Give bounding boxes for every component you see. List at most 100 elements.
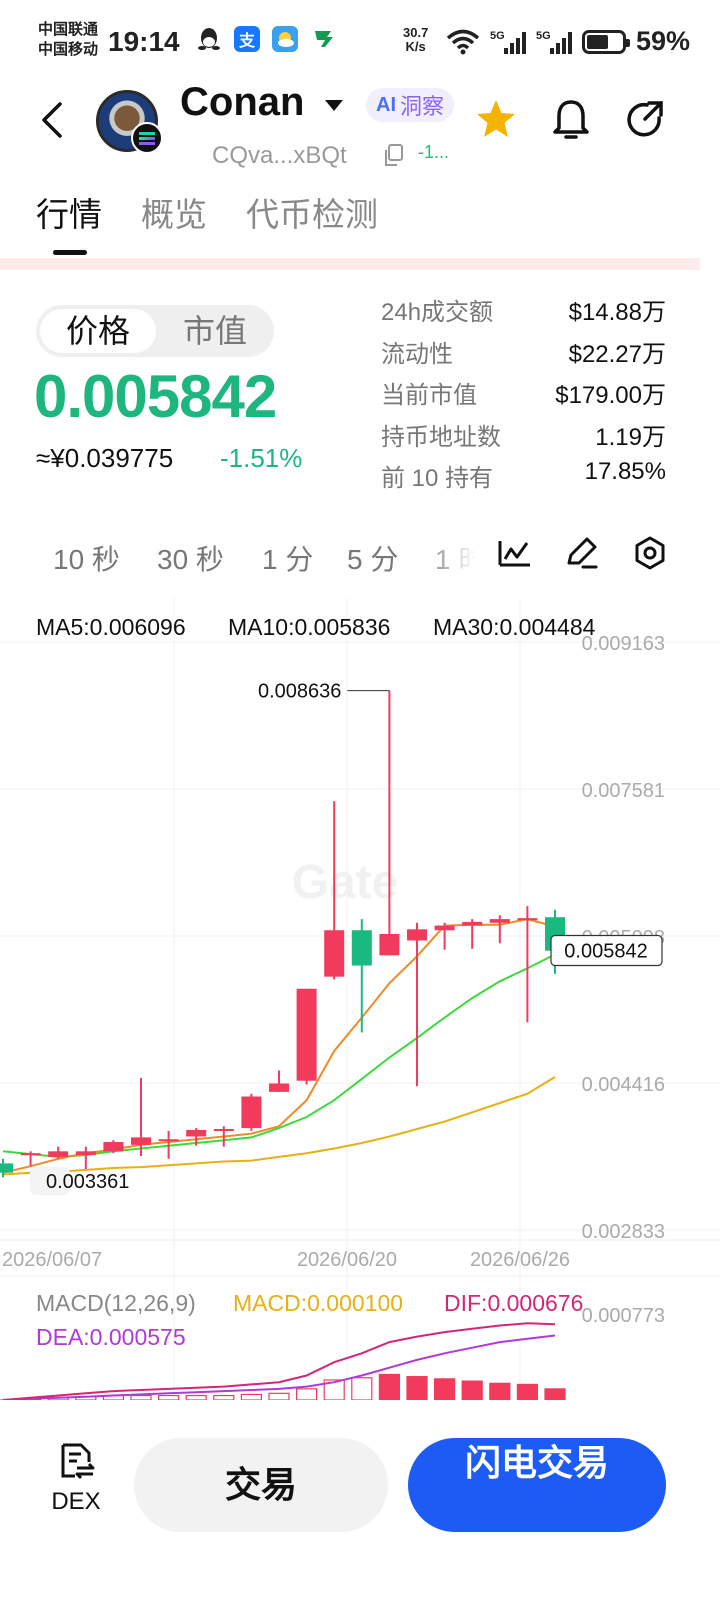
draw-pen-icon[interactable] (563, 535, 599, 571)
token-header: Conan AI 洞察 CQva...xBQt -1... (0, 80, 720, 180)
stat-row: 当前市值 $179.00万 (381, 375, 666, 417)
stat-row: 前 10 持有 17.85% (381, 458, 666, 500)
toggle-price[interactable]: 价格 (40, 309, 156, 353)
ma5-line (2, 918, 556, 1174)
candle-body (103, 1142, 124, 1152)
time-axis-label: 2026/06/07 (2, 1249, 102, 1271)
interval-10s[interactable]: 10 秒 (53, 538, 120, 578)
candle-body (407, 929, 427, 941)
price-change: -1.51% (220, 443, 303, 473)
macd-histogram-bar (406, 1376, 428, 1400)
ai-insight-label: 洞察 (400, 94, 445, 119)
mail-app-icon (310, 26, 336, 52)
net-speed-unit: K/s (405, 39, 426, 54)
stat-label: 当前市值 (381, 382, 477, 409)
carrier-info: 中国联通 中国移动 (38, 20, 98, 60)
stat-value: $179.00万 (555, 382, 666, 409)
candle-body (462, 921, 483, 926)
stat-value: $22.27万 (568, 340, 666, 368)
interval-5m[interactable]: 5 分 (347, 538, 398, 578)
candle-body (158, 1139, 179, 1142)
interval-30s[interactable]: 30 秒 (157, 538, 224, 578)
current-price-label: 0.005842 (564, 940, 647, 962)
contract-address: CQva...xBQt (212, 142, 347, 169)
macd-title: MACD(12,26,9) (36, 1290, 196, 1316)
candle-body (324, 930, 345, 977)
stat-row: 流动性 $22.27万 (381, 334, 666, 376)
candlestick-chart[interactable]: 0.0091630.0075810.0059980.0044160.002833… (0, 598, 720, 1400)
svg-text:5G: 5G (536, 30, 551, 42)
ai-insight-button[interactable]: AI 洞察 (366, 88, 455, 122)
stat-label: 24h成交额 (381, 299, 494, 326)
chevron-down-icon[interactable] (325, 100, 343, 111)
candle-body (296, 988, 317, 1081)
share-icon[interactable] (625, 100, 665, 140)
token-stats: 24h成交额 $14.88万 流动性 $22.27万 当前市值 $179.00万… (381, 292, 666, 500)
carrier-1: 中国联通 (38, 21, 99, 38)
chart-settings-icon[interactable] (632, 535, 668, 571)
tab-overview[interactable]: 概览 (141, 188, 207, 236)
svg-text:5G: 5G (490, 30, 505, 42)
carrier-2: 中国移动 (38, 41, 99, 58)
notification-icons: 支 (196, 26, 336, 52)
back-icon[interactable] (34, 100, 74, 140)
low-price-label: 0.003361 (46, 1171, 129, 1193)
stat-row: 24h成交额 $14.88万 (381, 292, 666, 334)
status-bar: 中国联通 中国移动 19:14 支 30.7 K/s 5G 5G 59% (0, 0, 720, 80)
macd-histogram-bar (434, 1378, 456, 1400)
macd-histogram-bar (268, 1392, 290, 1400)
cny-price: ≈¥0.039775 (36, 443, 174, 473)
ma10-legend: MA10:0.005836 (228, 614, 391, 640)
copy-icon[interactable] (383, 144, 403, 166)
tab-market[interactable]: 行情 (36, 188, 102, 236)
candle-body (489, 919, 510, 923)
macd-histogram-bar (296, 1388, 318, 1400)
tab-token-check[interactable]: 代币检测 (246, 188, 378, 236)
stat-value: 17.85% (584, 458, 666, 485)
favorite-star-icon[interactable] (475, 98, 517, 140)
stat-row: 持币地址数 1.19万 (381, 417, 666, 459)
macd-histogram-bar (461, 1380, 483, 1400)
bell-icon[interactable] (551, 98, 591, 142)
candle-body (186, 1129, 207, 1137)
system-indicators: 5G 5G 59% (446, 26, 690, 57)
stat-label: 前 10 持有 (381, 465, 494, 492)
macd-axis-label: 0.000773 (582, 1305, 665, 1327)
stat-value: $14.88万 (568, 299, 666, 326)
indicator-icon[interactable] (497, 535, 533, 571)
price-mcap-toggle: 价格 市值 (36, 305, 274, 357)
candle-body (269, 1083, 289, 1092)
stat-value: 1.19万 (595, 423, 666, 451)
address-change: -1... (418, 142, 450, 162)
qq-icon (196, 26, 222, 52)
solana-chain-icon (131, 122, 163, 154)
price-axis-label: 0.004416 (582, 1074, 665, 1096)
macd-value: MACD:0.000100 (233, 1290, 404, 1316)
price-axis-label: 0.007581 (582, 780, 665, 802)
tab-underline (53, 250, 87, 255)
clock: 19:14 (108, 26, 180, 57)
coin-name[interactable]: Conan (180, 80, 304, 125)
candle-body (213, 1129, 234, 1132)
toggle-market-cap[interactable]: 市值 (160, 309, 270, 353)
candle-body (48, 1151, 69, 1157)
weather-icon (272, 26, 298, 52)
candle-body (351, 930, 372, 966)
ma30-legend: MA30:0.004484 (433, 614, 596, 640)
candle-body (517, 918, 538, 921)
flash-trade-button[interactable]: 闪电交易 (408, 1438, 666, 1532)
macd-histogram-bar (544, 1388, 566, 1400)
time-axis-label: 2026/06/20 (297, 1249, 397, 1271)
trade-button[interactable]: 交易 (134, 1438, 388, 1532)
high-price-label: 0.008636 (258, 681, 341, 703)
macd-histogram-bar (489, 1382, 511, 1400)
signal-5g-icon-2: 5G (536, 30, 572, 54)
candle-body (0, 1163, 13, 1173)
interval-fade (420, 530, 500, 584)
interval-1m[interactable]: 1 分 (262, 538, 313, 578)
current-price: 0.005842 (34, 363, 277, 430)
dex-button[interactable]: DEX (40, 1442, 112, 1516)
stat-label: 持币地址数 (381, 423, 501, 451)
macd-histogram-bar (378, 1373, 400, 1400)
dex-label: DEX (51, 1488, 101, 1515)
